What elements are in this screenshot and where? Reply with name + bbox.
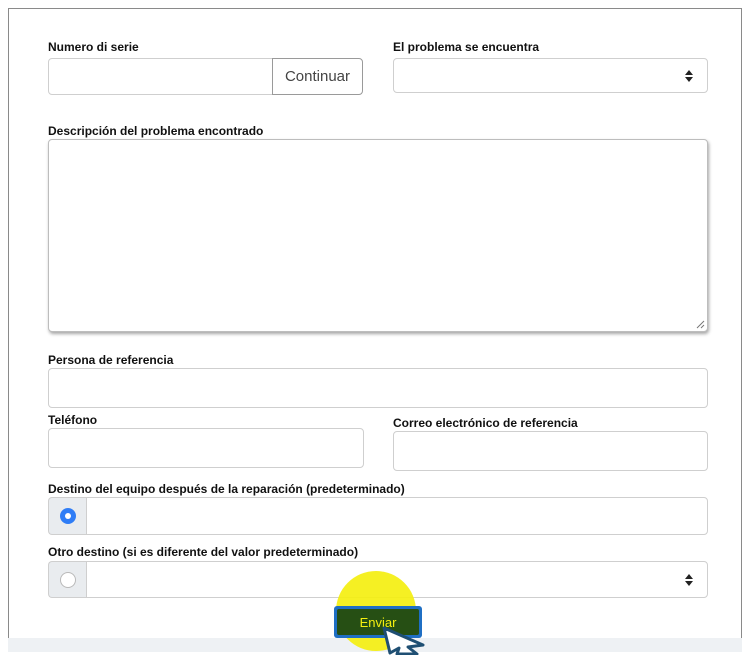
phone-input[interactable] xyxy=(48,428,364,468)
mouse-pointer-icon xyxy=(382,626,425,655)
contact-person-label: Persona de referencia xyxy=(48,353,174,367)
email-input[interactable] xyxy=(393,431,708,471)
phone-label: Teléfono xyxy=(48,413,98,427)
problem-location-select[interactable] xyxy=(393,58,708,93)
default-destination-radio-addon[interactable] xyxy=(48,497,86,535)
other-destination-label: Otro destino (si es diferente del valor … xyxy=(48,545,359,559)
description-label: Descripción del problema encontrado xyxy=(48,124,264,138)
updown-caret-icon xyxy=(685,69,693,82)
default-destination-label: Destino del equipo después de la reparac… xyxy=(48,482,405,496)
other-destination-radio-addon[interactable] xyxy=(48,561,86,598)
default-destination-radio[interactable] xyxy=(59,508,76,524)
updown-caret-icon xyxy=(685,573,693,586)
serial-input[interactable] xyxy=(48,58,274,95)
description-textarea[interactable] xyxy=(48,139,708,332)
other-destination-radio[interactable] xyxy=(59,571,76,588)
continue-button[interactable]: Continuar xyxy=(272,58,363,95)
contact-person-input[interactable] xyxy=(48,368,708,408)
resize-grip-icon[interactable] xyxy=(696,320,705,329)
serial-label: Numero di serie xyxy=(48,40,139,54)
problem-location-label: El problema se encuentra xyxy=(393,40,540,54)
email-label: Correo electrónico de referencia xyxy=(393,416,578,430)
default-destination-input[interactable] xyxy=(86,497,708,535)
